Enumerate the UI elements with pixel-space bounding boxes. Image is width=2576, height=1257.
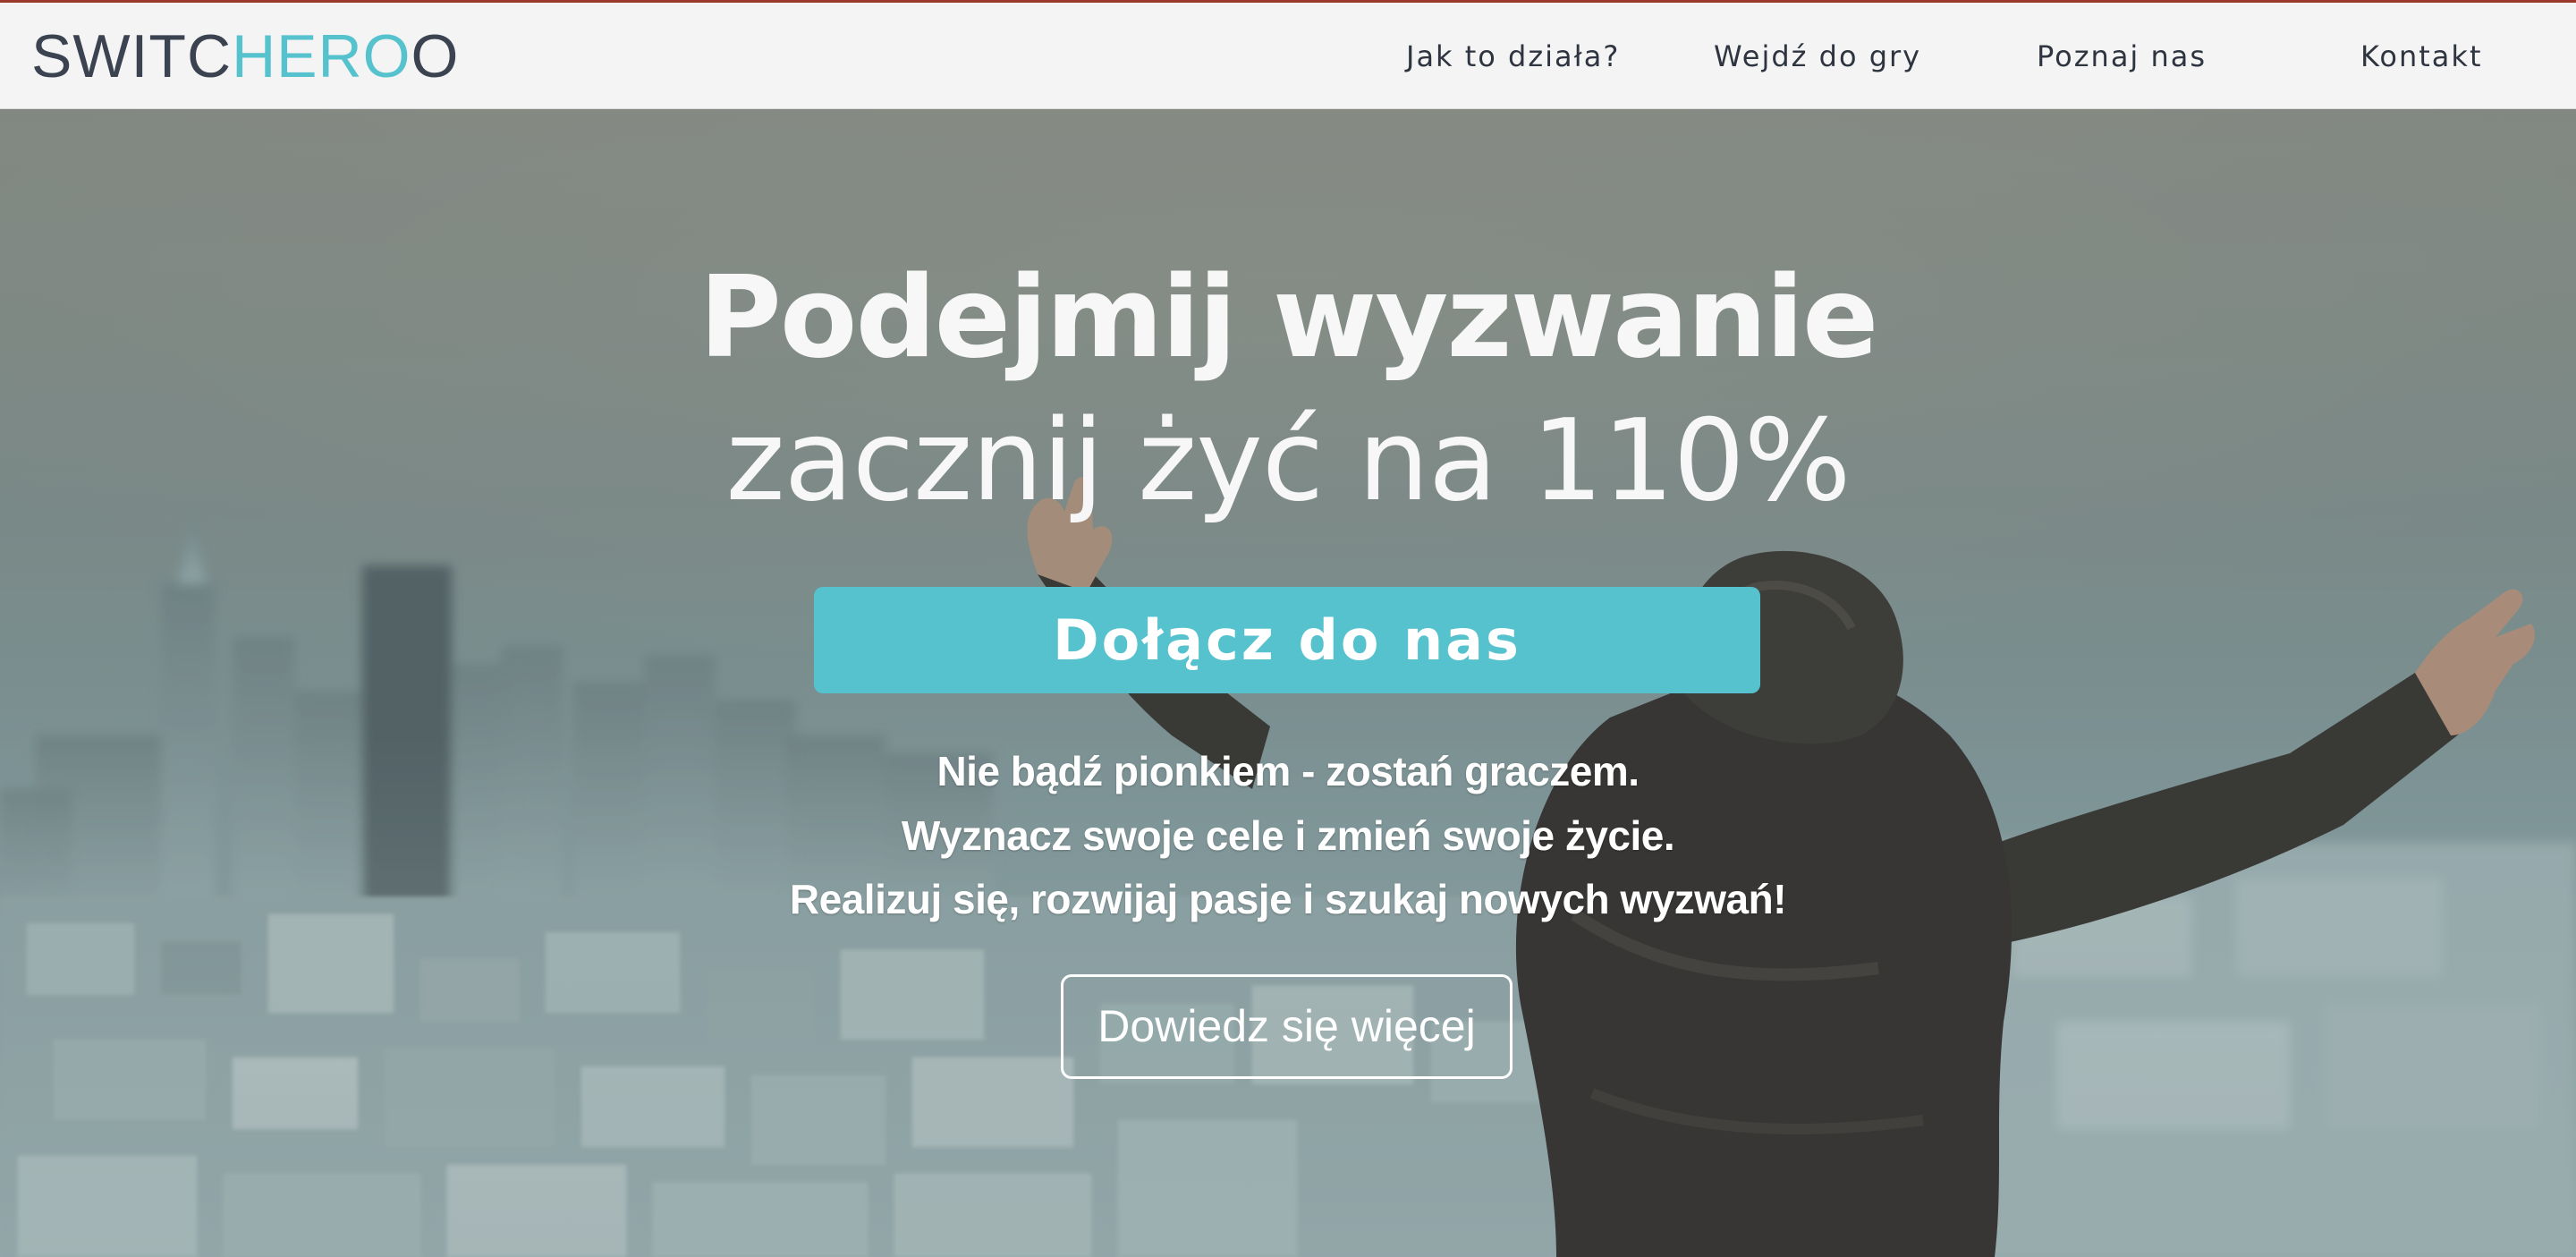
logo-text-hero: HERO <box>232 22 411 90</box>
brand-logo[interactable]: SWITCHEROO <box>31 22 459 90</box>
nav-link-join-game[interactable]: Wejdź do gry <box>1714 37 1921 76</box>
landing-page: SWITCHEROO Jak to działa? Wejdź do gry P… <box>0 0 2576 1257</box>
hero-tagline-line-3: Realizuj się, rozwijaj pasje i szukaj no… <box>789 876 1787 922</box>
hero-tagline-line-2: Wyznacz swoje cele i zmień swoje życie. <box>901 812 1675 859</box>
join-us-button[interactable]: Dołącz do nas <box>814 587 1760 693</box>
hero-headline-secondary: zacznij żyć na 110% <box>725 395 1851 526</box>
top-navbar: SWITCHEROO Jak to działa? Wejdź do gry P… <box>0 0 2576 109</box>
nav-link-about-us[interactable]: Poznaj nas <box>2037 37 2207 76</box>
hero-headline-primary: Podejmij wyzwanie <box>699 251 1879 383</box>
learn-more-button[interactable]: Dowiedz się więcej <box>1061 974 1513 1079</box>
logo-text-switc: SWITC <box>31 22 233 90</box>
logo-text-o: O <box>411 22 460 90</box>
nav-link-how-it-works[interactable]: Jak to działa? <box>1406 37 1620 76</box>
nav-link-contact[interactable]: Kontakt <box>2360 37 2482 76</box>
hero-tagline-line-1: Nie bądź pionkiem - zostań graczem. <box>936 748 1640 794</box>
